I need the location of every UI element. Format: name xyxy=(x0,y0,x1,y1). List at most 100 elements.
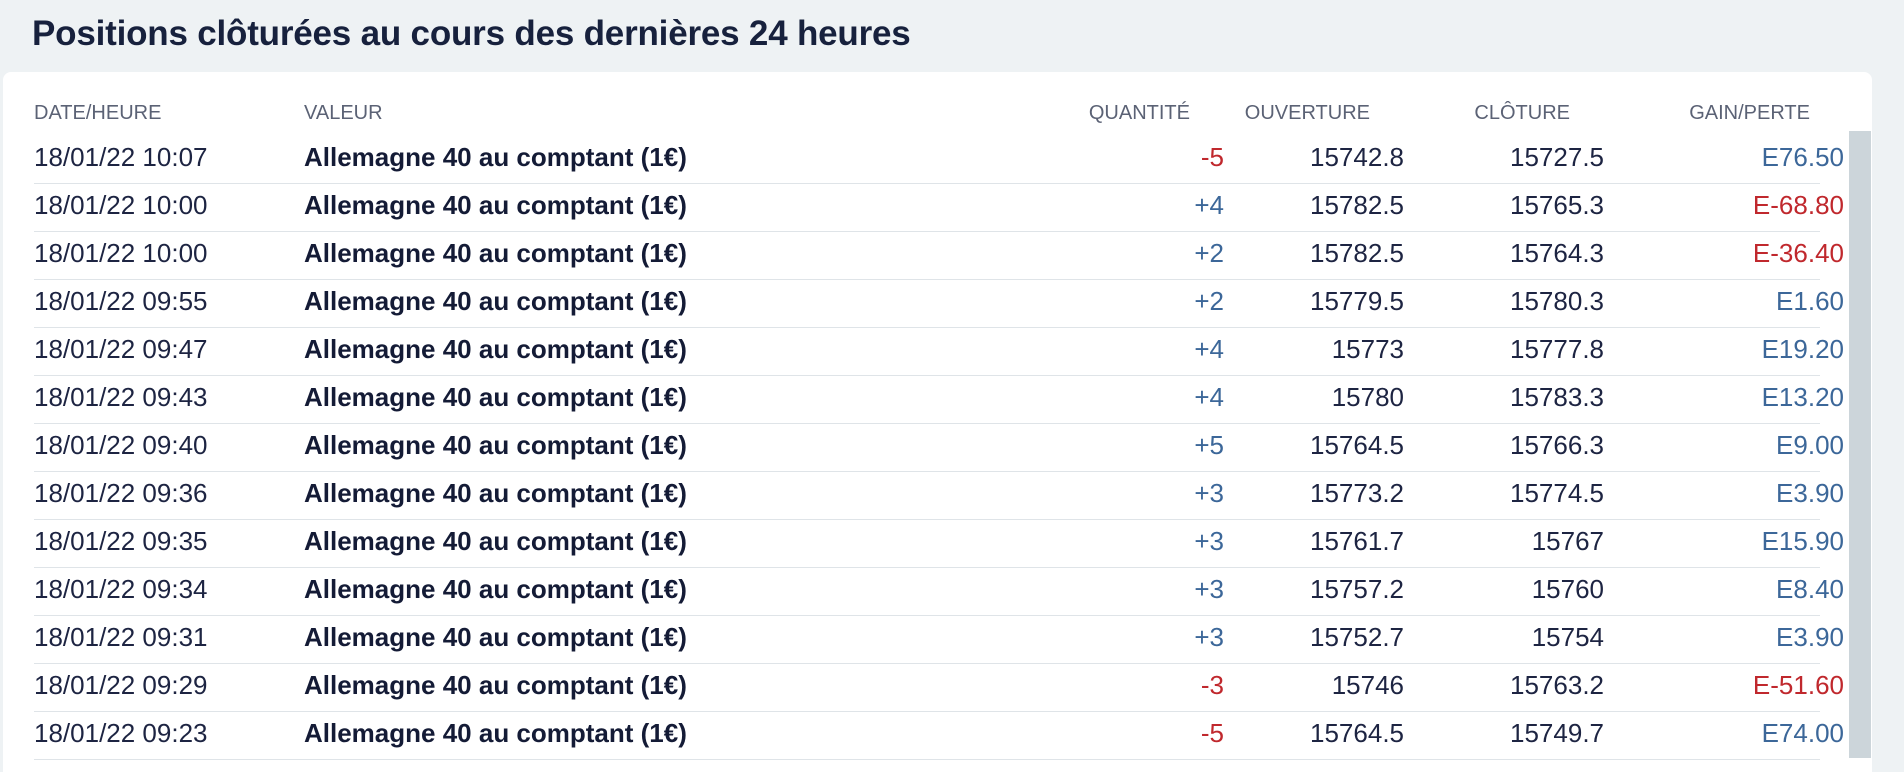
row-close-price: 15765.3 xyxy=(1510,190,1604,220)
table-row[interactable]: 18/01/22 09:47 Allemagne 40 au comptant (… xyxy=(34,328,1844,376)
row-date: 18/01/22 10:00 xyxy=(34,190,208,220)
column-header-cloture[interactable]: CLÔTURE xyxy=(1474,102,1570,125)
row-date: 18/01/22 09:47 xyxy=(34,334,208,364)
row-quantity: +5 xyxy=(1194,430,1224,460)
row-close-price: 15783.3 xyxy=(1510,382,1604,412)
row-gain-loss: E8.40 xyxy=(1776,574,1844,604)
row-quantity: +4 xyxy=(1194,334,1224,364)
row-quantity: +3 xyxy=(1194,622,1224,652)
row-gain-loss: E-36.40 xyxy=(1752,238,1844,268)
row-open-price: 15782.5 xyxy=(1310,238,1404,268)
row-date: 18/01/22 09:55 xyxy=(34,286,208,316)
row-quantity: +3 xyxy=(1194,478,1224,508)
row-gain-loss: E15.90 xyxy=(1761,526,1844,556)
table-row[interactable]: 18/01/22 09:31 Allemagne 40 au comptant (… xyxy=(34,616,1844,664)
row-close-price: 15763.2 xyxy=(1510,670,1604,700)
row-gain-loss: E74.00 xyxy=(1761,718,1844,748)
table-row[interactable]: 18/01/22 09:34 Allemagne 40 au comptant (… xyxy=(34,568,1844,616)
scrollbar[interactable] xyxy=(1849,131,1871,758)
row-date: 18/01/22 09:23 xyxy=(34,718,208,748)
row-close-price: 15777.8 xyxy=(1510,334,1604,364)
table-row[interactable]: 18/01/22 10:00 Allemagne 40 au comptant (… xyxy=(34,184,1844,232)
table-row[interactable]: 18/01/22 10:07 Allemagne 40 au comptant (… xyxy=(34,136,1844,184)
row-open-price: 15764.5 xyxy=(1310,430,1404,460)
row-gain-loss: E3.90 xyxy=(1776,478,1844,508)
row-date: 18/01/22 09:36 xyxy=(34,478,208,508)
row-close-price: 15764.3 xyxy=(1510,238,1604,268)
row-close-price: 15767 xyxy=(1531,526,1604,556)
row-close-price: 15727.5 xyxy=(1510,142,1604,172)
row-close-price: 15780.3 xyxy=(1510,286,1604,316)
row-close-price: 15760 xyxy=(1531,574,1604,604)
row-close-price: 15766.3 xyxy=(1510,430,1604,460)
row-quantity: -5 xyxy=(1200,142,1224,172)
table-row[interactable]: 18/01/22 09:23 Allemagne 40 au comptant (… xyxy=(34,712,1844,760)
row-gain-loss: E19.20 xyxy=(1761,334,1844,364)
row-quantity: +2 xyxy=(1194,238,1224,268)
row-quantity: +2 xyxy=(1194,286,1224,316)
row-gain-loss: E76.50 xyxy=(1761,142,1844,172)
row-open-price: 15773.2 xyxy=(1310,478,1404,508)
column-header-date[interactable]: DATE/HEURE xyxy=(34,102,161,125)
table-row[interactable]: 18/01/22 09:40 Allemagne 40 au comptant (… xyxy=(34,424,1844,472)
table-row[interactable]: 18/01/22 09:36 Allemagne 40 au comptant (… xyxy=(34,472,1844,520)
row-open-price: 15761.7 xyxy=(1310,526,1404,556)
row-instrument: Allemagne 40 au comptant (1€) xyxy=(304,574,687,604)
table-row[interactable]: 18/01/22 09:43 Allemagne 40 au comptant (… xyxy=(34,376,1844,424)
row-instrument: Allemagne 40 au comptant (1€) xyxy=(304,622,687,652)
row-date: 18/01/22 09:34 xyxy=(34,574,208,604)
row-open-price: 15752.7 xyxy=(1310,622,1404,652)
row-instrument: Allemagne 40 au comptant (1€) xyxy=(304,238,687,268)
column-header-ouverture[interactable]: OUVERTURE xyxy=(1245,102,1370,125)
row-gain-loss: E-51.60 xyxy=(1752,670,1844,700)
row-date: 18/01/22 09:40 xyxy=(34,430,208,460)
row-quantity: -3 xyxy=(1200,670,1224,700)
row-open-price: 15764.5 xyxy=(1310,718,1404,748)
row-instrument: Allemagne 40 au comptant (1€) xyxy=(304,142,687,172)
row-quantity: +4 xyxy=(1194,190,1224,220)
row-gain-loss: E-68.80 xyxy=(1752,190,1844,220)
row-close-price: 15754 xyxy=(1531,622,1604,652)
column-header-valeur[interactable]: VALEUR xyxy=(304,102,383,125)
row-gain-loss: E1.60 xyxy=(1776,286,1844,316)
row-open-price: 15782.5 xyxy=(1310,190,1404,220)
row-gain-loss: E13.20 xyxy=(1761,382,1844,412)
row-date: 18/01/22 09:35 xyxy=(34,526,208,556)
row-date: 18/01/22 10:00 xyxy=(34,238,208,268)
row-quantity: -5 xyxy=(1200,718,1224,748)
row-date: 18/01/22 09:29 xyxy=(34,670,208,700)
row-open-price: 15757.2 xyxy=(1310,574,1404,604)
row-open-price: 15773 xyxy=(1331,334,1404,364)
row-instrument: Allemagne 40 au comptant (1€) xyxy=(304,286,687,316)
row-instrument: Allemagne 40 au comptant (1€) xyxy=(304,478,687,508)
row-close-price: 15749.7 xyxy=(1510,718,1604,748)
positions-table-body: 18/01/22 10:07 Allemagne 40 au comptant (… xyxy=(34,136,1844,760)
table-row[interactable]: 18/01/22 09:55 Allemagne 40 au comptant (… xyxy=(34,280,1844,328)
row-date: 18/01/22 09:43 xyxy=(34,382,208,412)
row-instrument: Allemagne 40 au comptant (1€) xyxy=(304,334,687,364)
row-open-price: 15746 xyxy=(1331,670,1404,700)
row-close-price: 15774.5 xyxy=(1510,478,1604,508)
row-open-price: 15780 xyxy=(1331,382,1404,412)
row-gain-loss: E3.90 xyxy=(1776,622,1844,652)
row-instrument: Allemagne 40 au comptant (1€) xyxy=(304,670,687,700)
row-quantity: +3 xyxy=(1194,574,1224,604)
row-open-price: 15742.8 xyxy=(1310,142,1404,172)
column-header-gain-perte[interactable]: GAIN/PERTE xyxy=(1689,102,1810,125)
row-open-price: 15779.5 xyxy=(1310,286,1404,316)
row-gain-loss: E9.00 xyxy=(1776,430,1844,460)
row-quantity: +4 xyxy=(1194,382,1224,412)
row-date: 18/01/22 10:07 xyxy=(34,142,208,172)
column-header-quantite[interactable]: QUANTITÉ xyxy=(1089,102,1190,125)
page-title: Positions clôturées au cours des dernièr… xyxy=(32,14,911,53)
row-instrument: Allemagne 40 au comptant (1€) xyxy=(304,382,687,412)
table-row[interactable]: 18/01/22 09:35 Allemagne 40 au comptant (… xyxy=(34,520,1844,568)
row-instrument: Allemagne 40 au comptant (1€) xyxy=(304,718,687,748)
row-date: 18/01/22 09:31 xyxy=(34,622,208,652)
table-row[interactable]: 18/01/22 09:29 Allemagne 40 au comptant (… xyxy=(34,664,1844,712)
table-row[interactable]: 18/01/22 10:00 Allemagne 40 au comptant (… xyxy=(34,232,1844,280)
row-instrument: Allemagne 40 au comptant (1€) xyxy=(304,430,687,460)
row-instrument: Allemagne 40 au comptant (1€) xyxy=(304,190,687,220)
row-instrument: Allemagne 40 au comptant (1€) xyxy=(304,526,687,556)
row-quantity: +3 xyxy=(1194,526,1224,556)
